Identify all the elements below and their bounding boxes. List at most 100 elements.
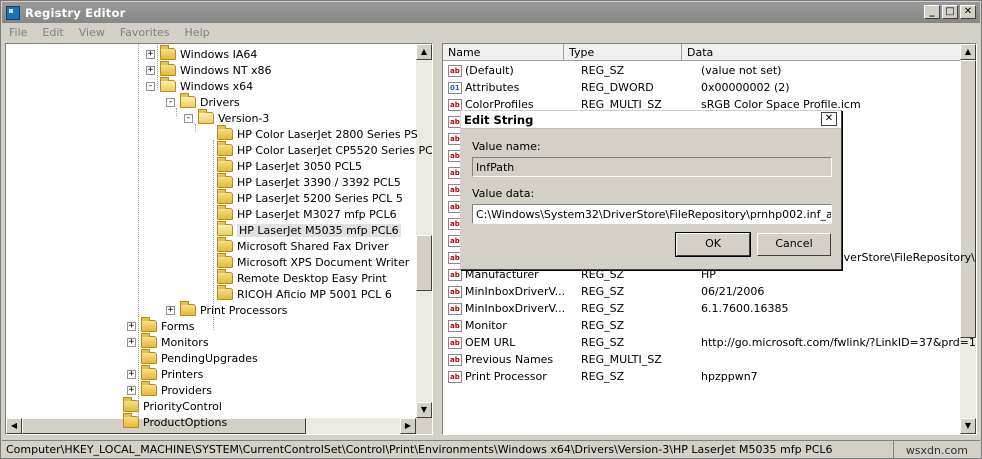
tree-vertical-scrollbar[interactable]: ▲ ▼	[416, 44, 432, 418]
folder-icon	[180, 93, 196, 108]
tree-node[interactable]: PendingUpgrades	[127, 349, 258, 366]
expand-icon[interactable]: +	[127, 385, 136, 395]
value-data: http://go.microsoft.com/fwlink/?LinkID=3…	[701, 336, 977, 349]
tree-scroll-left-button[interactable]: ◀	[6, 418, 22, 434]
value-type: REG_SZ	[581, 319, 625, 332]
tree-node-label: HP Color LaserJet 2800 Series PS	[237, 127, 418, 141]
list-scroll-down-button[interactable]: ▼	[960, 418, 976, 434]
expand-icon[interactable]: +	[146, 65, 155, 75]
value-row[interactable]: ab Previous Names REG_MULTI_SZ	[443, 351, 701, 368]
value-type: REG_SZ	[581, 336, 625, 349]
tree-node[interactable]: Remote Desktop Easy Print	[203, 269, 387, 286]
tree-node[interactable]: - Windows x64	[146, 77, 253, 94]
tree-node[interactable]: HP LaserJet 3050 PCL5	[203, 157, 362, 174]
expand-icon[interactable]: +	[127, 369, 136, 379]
tree-node[interactable]: HP LaserJet M3027 mfp PCL6	[203, 205, 397, 222]
key-tree-pane[interactable]: ▲ ▼ ◀ ▶ + Windows IA64 + Windows NT x86- Win…	[5, 43, 433, 435]
menu-help[interactable]: Help	[178, 24, 218, 41]
value-name-field: InfPath	[472, 157, 832, 177]
tree-node[interactable]: - Version-3	[184, 109, 270, 126]
value-row[interactable]: ab OEM URL REG_SZ http://go.microsoft.com/f…	[443, 334, 977, 351]
tree-node-label: Windows IA64	[180, 47, 258, 61]
tree-node[interactable]: HP LaserJet 3390 / 3392 PCL5	[203, 173, 401, 190]
tree-scroll-up-button[interactable]: ▲	[416, 44, 432, 60]
value-row[interactable]: ab MinInboxDriverV... REG_SZ 06/21/2006	[443, 283, 764, 300]
tree-node[interactable]: HP LaserJet M5035 mfp PCL6	[203, 221, 401, 238]
value-row[interactable]: ab MinInboxDriverV... REG_SZ 6.1.7600.16385	[443, 300, 788, 317]
tree-node[interactable]: PriorityControl	[109, 397, 222, 414]
folder-icon	[217, 285, 233, 300]
expand-icon[interactable]: +	[166, 305, 175, 315]
tree-node[interactable]: ProductOptions	[109, 413, 228, 430]
tree-node[interactable]: + Windows NT x86	[146, 61, 272, 78]
menu-file[interactable]: File	[2, 24, 35, 41]
list-vertical-scroll-thumb[interactable]	[960, 60, 976, 338]
tree-node[interactable]: RICOH Aficio MP 5001 PCL 6	[203, 285, 392, 302]
collapse-icon[interactable]: -	[166, 97, 175, 107]
tree-node[interactable]: Microsoft XPS Document Writer	[203, 253, 409, 270]
column-header-name[interactable]: Name	[443, 44, 564, 60]
menu-favorites[interactable]: Favorites	[113, 24, 178, 41]
tree-node-label: Microsoft Shared Fax Driver	[237, 239, 389, 253]
tree-node-label: Windows NT x86	[180, 63, 272, 77]
tree-node[interactable]: Microsoft Shared Fax Driver	[203, 237, 389, 254]
string-value-icon: ab	[448, 64, 462, 77]
tree-node[interactable]: HP Color LaserJet 2800 Series PS	[203, 125, 418, 142]
dialog-close-button[interactable]: ✕	[821, 112, 837, 126]
tree-node-label: RICOH Aficio MP 5001 PCL 6	[237, 287, 392, 301]
value-name: OEM URL	[465, 336, 516, 349]
tree-node[interactable]: + Providers	[127, 381, 212, 398]
minimize-button[interactable]: _	[924, 5, 940, 19]
expand-icon[interactable]: +	[127, 321, 136, 331]
collapse-icon[interactable]: -	[184, 113, 193, 123]
column-header-type[interactable]: Type	[564, 44, 682, 60]
expand-icon[interactable]: +	[127, 337, 136, 347]
folder-icon	[217, 253, 233, 268]
tree-node-label: ProductOptions	[143, 415, 228, 429]
list-vertical-scrollbar[interactable]: ▲ ▼	[960, 44, 976, 434]
close-button[interactable]: ✕	[960, 5, 976, 19]
tree-node[interactable]: + Monitors	[127, 333, 209, 350]
tree-vertical-scroll-thumb[interactable]	[416, 235, 432, 291]
value-type: REG_SZ	[581, 64, 625, 77]
folder-icon	[141, 381, 157, 396]
folder-icon	[160, 61, 176, 76]
tree-connector-line	[157, 44, 158, 90]
tree-node[interactable]: + Windows IA64	[146, 45, 258, 62]
ok-button[interactable]: OK	[675, 232, 751, 257]
value-row[interactable]: ab (Default) REG_SZ (value not set)	[443, 62, 781, 79]
tree-node[interactable]: - Drivers	[166, 93, 240, 110]
value-row[interactable]: ab Print Processor REG_SZ hpzppwn7	[443, 368, 758, 385]
tree-node-label: Version-3	[218, 111, 270, 125]
tree-scroll-corner	[416, 418, 432, 434]
string-value-icon: ab	[448, 336, 462, 349]
tree-scroll-right-button[interactable]: ▶	[400, 418, 416, 434]
folder-icon	[141, 333, 157, 348]
tree-node[interactable]: HP LaserJet 5200 Series PCL 5	[203, 189, 403, 206]
maximize-button[interactable]: □	[942, 5, 958, 19]
tree-node-label: Forms	[161, 319, 195, 333]
folder-icon	[217, 269, 233, 284]
tree-connector-line	[138, 44, 139, 419]
menu-edit[interactable]: Edit	[35, 24, 71, 41]
tree-node-label: HP LaserJet M5035 mfp PCL6	[237, 223, 401, 237]
expand-icon[interactable]: +	[146, 49, 155, 59]
collapse-icon[interactable]: -	[146, 81, 155, 91]
value-row[interactable]: ab Monitor REG_SZ	[443, 317, 701, 334]
value-name: Previous Names	[465, 353, 554, 366]
binary-value-icon: 01	[448, 81, 462, 94]
watermark-text: wsxdn.com	[905, 443, 968, 457]
value-name: Attributes	[465, 81, 520, 94]
folder-icon	[198, 109, 214, 124]
tree-node[interactable]: HP Color LaserJet CP5520 Series PCL	[203, 141, 432, 158]
column-header-data[interactable]: Data	[682, 44, 960, 60]
tree-node-label: HP LaserJet 5200 Series PCL 5	[237, 191, 403, 205]
value-row[interactable]: 01 Attributes REG_DWORD 0x00000002 (2)	[443, 79, 790, 96]
cancel-button[interactable]: Cancel	[757, 233, 831, 256]
value-data-field[interactable]: C:\Windows\System32\DriverStore\FileRepo…	[472, 204, 832, 224]
menu-view[interactable]: View	[72, 24, 113, 41]
string-value-icon: ab	[448, 98, 462, 111]
list-scroll-up-button[interactable]: ▲	[960, 44, 976, 60]
tree-scroll-down-button[interactable]: ▼	[416, 402, 432, 418]
tree-node[interactable]: + Print Processors	[166, 301, 288, 318]
